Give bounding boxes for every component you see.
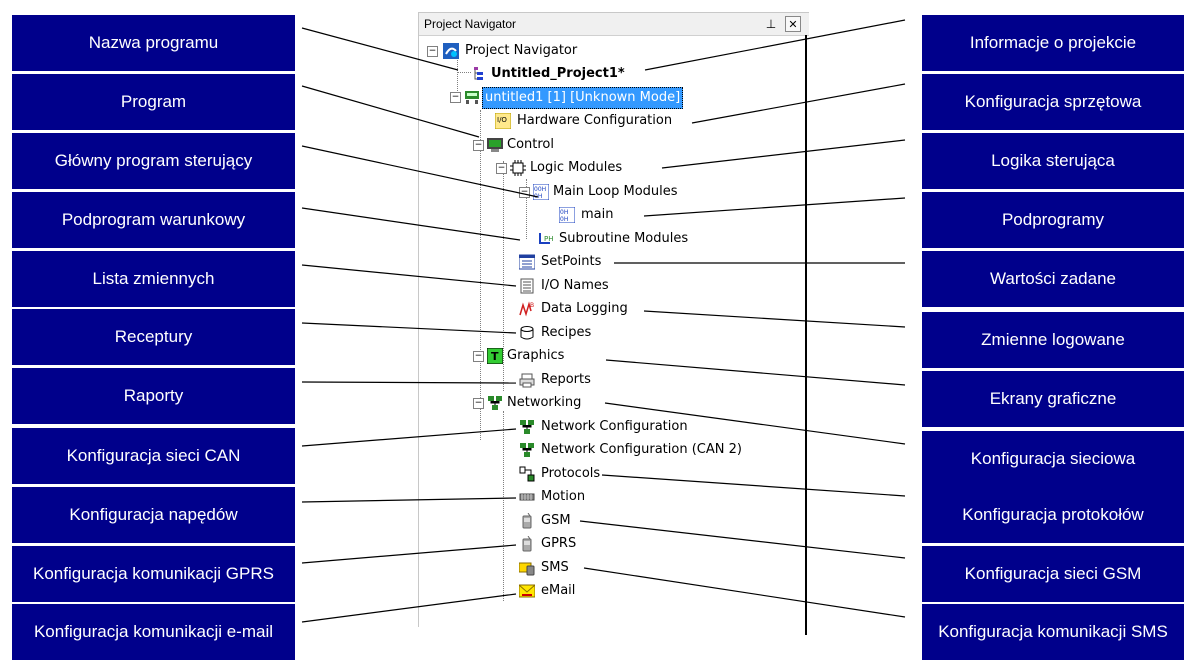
svg-text:I/O: I/O <box>497 116 507 124</box>
callout-can-network: Konfiguracja sieci CAN <box>12 428 295 484</box>
svg-text:PH: PH <box>544 235 553 243</box>
collapse-icon[interactable]: − <box>473 398 484 409</box>
pin-icon[interactable]: ⊥ <box>763 16 779 32</box>
tree-label-sms: SMS <box>541 560 569 575</box>
tree-label-gsm: GSM <box>541 513 571 528</box>
panel-title: Project Navigator <box>424 17 517 31</box>
tree-label-data-logging: Data Logging <box>541 301 628 316</box>
callout-recipes: Receptury <box>12 309 295 365</box>
envelope-icon <box>519 584 535 598</box>
svg-text:T: T <box>491 350 499 363</box>
tree-label-project-info: Untitled_Project1* <box>491 66 625 81</box>
tree-label-protocols: Protocols <box>541 466 601 481</box>
network-icon <box>520 443 534 457</box>
phone-icon <box>522 536 532 552</box>
sms-icon <box>519 562 535 576</box>
tree-label-motion: Motion <box>541 489 586 504</box>
callout-conditional-subroutine: Podprogram warunkowy <box>12 192 295 248</box>
collapse-icon[interactable]: − <box>473 351 484 362</box>
callout-setpoints: Wartości zadane <box>922 251 1184 307</box>
project-navigator-panel: Project Navigator ⊥ ✕ − Project Navigato… <box>418 12 809 635</box>
callout-program: Program <box>12 74 295 130</box>
svg-text:00H: 00H <box>534 186 546 193</box>
tree-label-subroutine: Subroutine Modules <box>559 231 689 246</box>
panel-titlebar: Project Navigator ⊥ ✕ <box>419 13 809 36</box>
chip-icon <box>510 160 526 176</box>
tree-connector <box>503 411 505 601</box>
table-icon <box>519 254 535 270</box>
ladder-icon: 00H0H <box>533 184 549 200</box>
svg-text:0H: 0H <box>534 193 542 200</box>
list-icon <box>520 278 534 294</box>
splitter-line <box>805 35 807 635</box>
tree-label-network-config: Network Configuration <box>541 419 688 434</box>
io-icon: I/O <box>495 113 511 129</box>
close-icon[interactable]: ✕ <box>785 16 801 32</box>
ladder-icon: 0H0H <box>559 207 575 223</box>
tree-label-networking: Networking <box>507 395 582 410</box>
tree-label-main: main <box>581 207 614 222</box>
callout-logged-variables: Zmienne logowane <box>922 312 1184 368</box>
callout-program-name: Nazwa programu <box>12 15 295 71</box>
tree-label-program: untitled1 [1] [Unknown Mode] <box>482 87 684 109</box>
collapse-icon[interactable]: − <box>450 92 461 103</box>
tree-label-network-config-can2: Network Configuration (CAN 2) <box>541 442 742 457</box>
collapse-icon[interactable]: − <box>496 163 507 174</box>
callout-control-logic: Logika sterująca <box>922 133 1184 189</box>
svg-text:0H: 0H <box>560 209 568 216</box>
network-icon <box>520 420 534 434</box>
protocol-icon <box>519 466 535 482</box>
svg-text:0H: 0H <box>560 216 568 223</box>
tree-label-io-names: I/O Names <box>541 278 609 293</box>
tree-label-logic-modules: Logic Modules <box>530 160 623 175</box>
callout-main-control-program: Główny program sterujący <box>12 133 295 189</box>
plc-icon <box>465 91 479 104</box>
tree-label-recipes: Recipes <box>541 325 592 340</box>
motor-icon <box>519 493 535 501</box>
callout-gsm: Konfiguracja sieci GSM <box>922 546 1184 602</box>
subroutine-icon: PH <box>539 233 553 244</box>
callout-project-info: Informacje o projekcie <box>922 15 1184 71</box>
trend-icon: B <box>519 301 534 317</box>
cylinder-icon <box>520 326 534 340</box>
collapse-icon[interactable]: − <box>427 46 438 57</box>
callout-protocols: Konfiguracja protokołów <box>922 487 1184 543</box>
monitor-icon <box>487 138 503 152</box>
tree-label-main-loop: Main Loop Modules <box>553 184 678 199</box>
tree-label-root: Project Navigator <box>465 43 578 58</box>
tree-label-email: eMail <box>541 583 576 598</box>
tree-label-control: Control <box>507 137 554 152</box>
svg-text:B: B <box>530 302 534 309</box>
callout-network-config: Konfiguracja sieciowa <box>922 431 1184 487</box>
callout-gprs: Konfiguracja komunikacji GPRS <box>12 546 295 602</box>
tree-label-hardware: Hardware Configuration <box>517 113 673 128</box>
callout-variable-list: Lista zmiennych <box>12 251 295 307</box>
tree-label-gprs: GPRS <box>541 536 577 551</box>
tree-connector <box>503 161 505 391</box>
tree-label-setpoints: SetPoints <box>541 254 602 269</box>
callout-hardware-config: Konfiguracja sprzętowa <box>922 74 1184 130</box>
collapse-icon[interactable]: − <box>519 187 530 198</box>
phone-icon <box>522 513 532 529</box>
callout-graphic-screens: Ekrany graficzne <box>922 371 1184 427</box>
tree-label-graphics: Graphics <box>507 348 565 363</box>
callout-drives: Konfiguracja napędów <box>12 487 295 543</box>
graphics-icon: T <box>487 348 503 364</box>
network-icon <box>488 396 502 410</box>
printer-icon <box>519 373 535 388</box>
callout-subroutines: Podprogramy <box>922 192 1184 248</box>
project-info-icon <box>474 67 483 80</box>
navigator-icon <box>443 43 459 59</box>
callout-reports: Raporty <box>12 368 295 424</box>
tree-label-reports: Reports <box>541 372 591 387</box>
tree-connector <box>480 110 482 440</box>
collapse-icon[interactable]: − <box>473 140 484 151</box>
